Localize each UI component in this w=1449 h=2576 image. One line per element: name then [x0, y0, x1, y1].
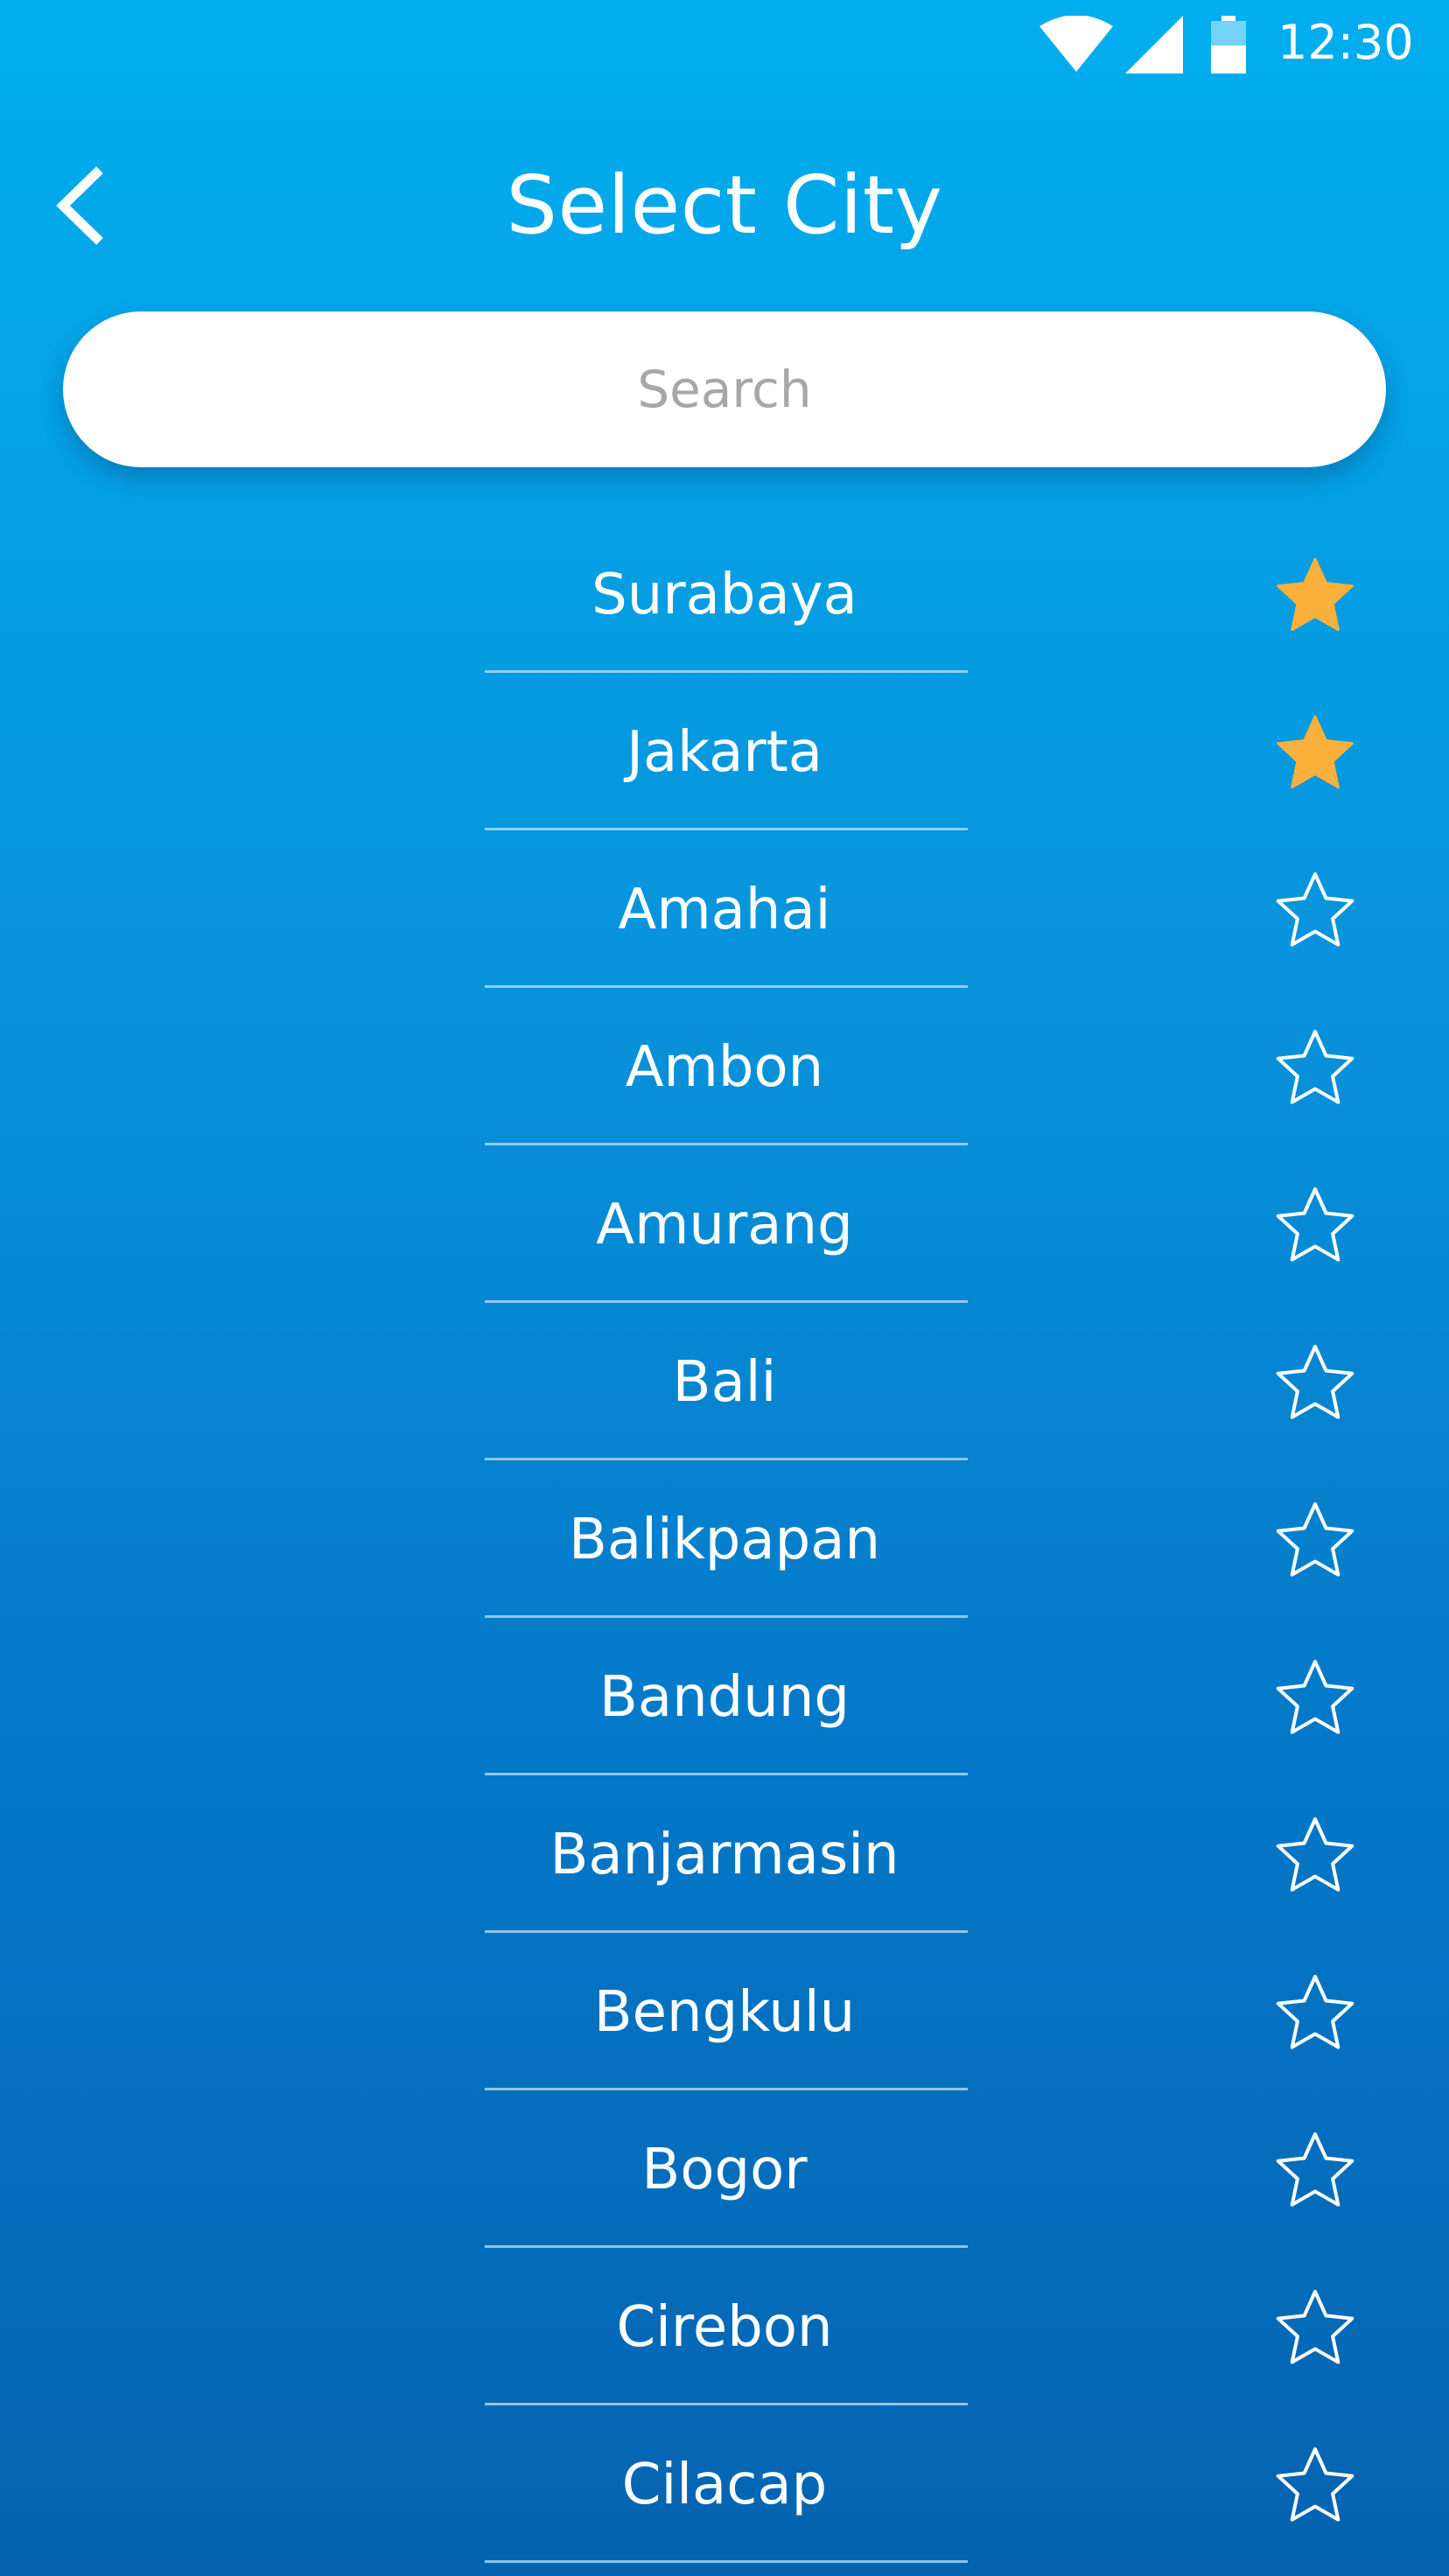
page-title: Select City	[506, 158, 943, 252]
cellular-signal-icon	[1125, 16, 1183, 74]
star-outline-icon	[1276, 2447, 1354, 2522]
star-outline-icon	[1276, 872, 1354, 947]
list-divider	[485, 1773, 968, 1775]
city-list-item[interactable]: Amahai	[0, 840, 1449, 998]
city-list-item[interactable]: Bengkulu	[0, 1942, 1449, 2100]
star-outline-icon	[1276, 1502, 1354, 1577]
search-field[interactable]	[63, 312, 1386, 467]
city-name: Surabaya	[592, 563, 858, 627]
city-name: Balikpapan	[569, 1508, 880, 1572]
favorite-toggle-button[interactable]	[1267, 1652, 1363, 1748]
city-name: Amahai	[618, 878, 831, 942]
city-list-item[interactable]: Bogor	[0, 2100, 1449, 2258]
list-divider	[485, 1615, 968, 1618]
city-list[interactable]: Surabaya Jakarta Amahai Ambon Amurang Ba…	[0, 525, 1449, 2576]
city-name: Bandung	[598, 1665, 850, 1730]
favorite-toggle-button[interactable]	[1267, 2282, 1363, 2378]
city-list-item[interactable]: Bali	[0, 1312, 1449, 1470]
favorite-toggle-button[interactable]	[1267, 1180, 1363, 1276]
list-divider	[485, 1930, 968, 1933]
city-list-item[interactable]: Cirebon	[0, 2258, 1449, 2415]
city-name: Bali	[672, 1350, 777, 1415]
favorite-toggle-button[interactable]	[1267, 1967, 1363, 2063]
city-name: Bogor	[641, 2138, 808, 2202]
search-input[interactable]	[119, 336, 1330, 443]
list-divider	[485, 1300, 968, 1303]
city-list-item[interactable]: Jakarta	[0, 682, 1449, 840]
list-divider	[485, 1458, 968, 1460]
favorite-toggle-button[interactable]	[1267, 1494, 1363, 1591]
star-outline-icon	[1276, 1030, 1354, 1104]
favorite-toggle-button[interactable]	[1267, 707, 1363, 803]
city-name: Bengkulu	[593, 1980, 856, 2045]
favorite-toggle-button[interactable]	[1267, 1810, 1363, 1906]
list-divider	[485, 2088, 968, 2090]
star-filled-icon	[1277, 715, 1354, 789]
list-divider	[485, 670, 968, 673]
favorite-toggle-button[interactable]	[1267, 1022, 1363, 1118]
chevron-left-icon	[56, 166, 103, 245]
star-outline-icon	[1276, 1975, 1354, 2049]
star-outline-icon	[1276, 2290, 1354, 2364]
wifi-icon	[1040, 16, 1113, 72]
city-list-item[interactable]: Cilacap	[0, 2415, 1449, 2572]
list-divider	[485, 985, 968, 988]
list-divider	[485, 2245, 968, 2248]
favorite-toggle-button[interactable]	[1267, 1337, 1363, 1433]
star-outline-icon	[1276, 2132, 1354, 2207]
star-outline-icon	[1276, 1660, 1354, 1734]
city-name: Banjarmasin	[550, 1823, 900, 1887]
list-divider	[485, 2403, 968, 2405]
list-divider	[485, 828, 968, 830]
star-outline-icon	[1276, 1345, 1354, 1419]
header: Select City	[0, 131, 1449, 280]
favorite-toggle-button[interactable]	[1267, 2124, 1363, 2221]
star-outline-icon	[1276, 1817, 1354, 1892]
city-list-item[interactable]: Ambon	[0, 998, 1449, 1155]
city-name: Ambon	[625, 1035, 824, 1100]
back-button[interactable]	[35, 158, 122, 254]
city-list-item[interactable]: Banjarmasin	[0, 1785, 1449, 1942]
city-list-item[interactable]: Amurang	[0, 1155, 1449, 1312]
city-name: Jakarta	[626, 720, 822, 785]
city-list-item[interactable]: Surabaya	[0, 525, 1449, 682]
favorite-toggle-button[interactable]	[1267, 2440, 1363, 2536]
list-divider	[485, 2560, 968, 2563]
status-bar: 12:30	[0, 0, 1449, 88]
favorite-toggle-button[interactable]	[1267, 550, 1363, 646]
list-divider	[485, 1143, 968, 1145]
star-filled-icon	[1277, 557, 1354, 632]
city-list-item[interactable]: Balikpapan	[0, 1470, 1449, 1628]
star-outline-icon	[1276, 1187, 1354, 1262]
favorite-toggle-button[interactable]	[1267, 864, 1363, 961]
city-list-item[interactable]: Bandung	[0, 1628, 1449, 1785]
city-name: Cilacap	[621, 2453, 828, 2517]
status-time: 12:30	[1278, 15, 1414, 70]
city-name: Cirebon	[616, 2295, 833, 2360]
city-name: Amurang	[596, 1193, 853, 1257]
battery-icon	[1211, 16, 1246, 74]
select-city-screen: 12:30 Select City Surabaya Jakarta Amaha…	[0, 0, 1449, 2576]
